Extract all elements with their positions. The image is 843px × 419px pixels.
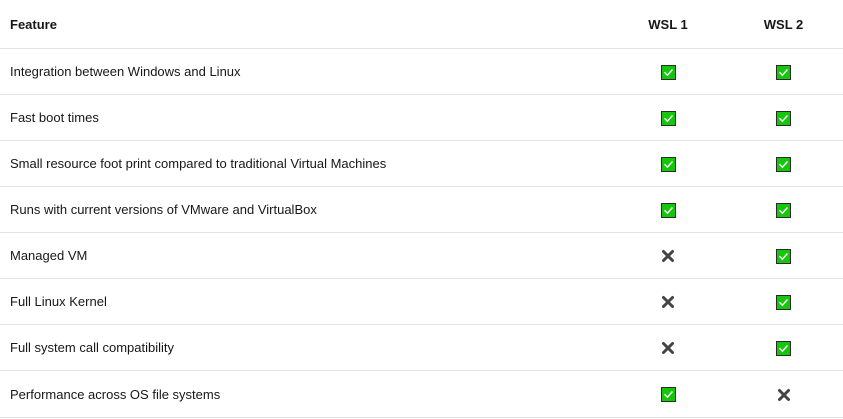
feature-cell: Full Linux Kernel: [0, 278, 612, 325]
cross-mark-icon: [661, 249, 675, 263]
table-row: Performance across OS file systems: [0, 370, 843, 418]
wsl2-cell: [724, 140, 843, 187]
wsl-comparison-table: Feature WSL 1 WSL 2 Integration between …: [0, 0, 843, 418]
feature-cell: Runs with current versions of VMware and…: [0, 186, 612, 233]
check-mark-icon: [776, 294, 791, 310]
wsl1-cell: [612, 232, 724, 279]
wsl1-cell: [612, 278, 724, 325]
wsl1-cell: [612, 48, 724, 95]
check-mark-icon: [776, 340, 791, 356]
header-wsl1: WSL 1: [612, 0, 724, 49]
table-row: Fast boot times: [0, 94, 843, 141]
check-mark-icon: [776, 156, 791, 172]
table-header-row: Feature WSL 1 WSL 2: [0, 0, 843, 49]
check-mark-icon: [660, 202, 676, 218]
feature-cell: Performance across OS file systems: [0, 370, 612, 418]
check-mark-icon: [776, 202, 791, 218]
cross-mark-icon: [661, 341, 675, 355]
wsl2-cell: [724, 186, 843, 233]
wsl1-cell: [612, 370, 724, 418]
check-mark-icon: [660, 110, 676, 126]
feature-cell: Managed VM: [0, 232, 612, 279]
wsl1-cell: [612, 186, 724, 233]
check-mark-icon: [660, 387, 676, 403]
check-mark-icon: [660, 64, 676, 80]
wsl2-cell: [724, 324, 843, 371]
check-mark-icon: [660, 156, 676, 172]
wsl1-cell: [612, 140, 724, 187]
table-row: Full system call compatibility: [0, 324, 843, 371]
wsl1-cell: [612, 324, 724, 371]
wsl2-cell: [724, 278, 843, 325]
wsl2-cell: [724, 232, 843, 279]
table-row: Integration between Windows and Linux: [0, 48, 843, 95]
check-mark-icon: [776, 110, 791, 126]
table-row: Small resource foot print compared to tr…: [0, 140, 843, 187]
table-row: Runs with current versions of VMware and…: [0, 186, 843, 233]
wsl1-cell: [612, 94, 724, 141]
table-row: Full Linux Kernel: [0, 278, 843, 325]
wsl2-cell: [724, 48, 843, 95]
table-row: Managed VM: [0, 232, 843, 279]
header-wsl2: WSL 2: [724, 0, 843, 49]
check-mark-icon: [776, 64, 791, 80]
feature-cell: Integration between Windows and Linux: [0, 48, 612, 95]
check-mark-icon: [776, 248, 791, 264]
wsl2-cell: [724, 94, 843, 141]
feature-cell: Full system call compatibility: [0, 324, 612, 371]
cross-mark-icon: [661, 295, 675, 309]
feature-cell: Small resource foot print compared to tr…: [0, 140, 612, 187]
feature-cell: Fast boot times: [0, 94, 612, 141]
wsl2-cell: [724, 370, 843, 418]
header-feature: Feature: [0, 0, 612, 49]
cross-mark-icon: [777, 388, 791, 402]
